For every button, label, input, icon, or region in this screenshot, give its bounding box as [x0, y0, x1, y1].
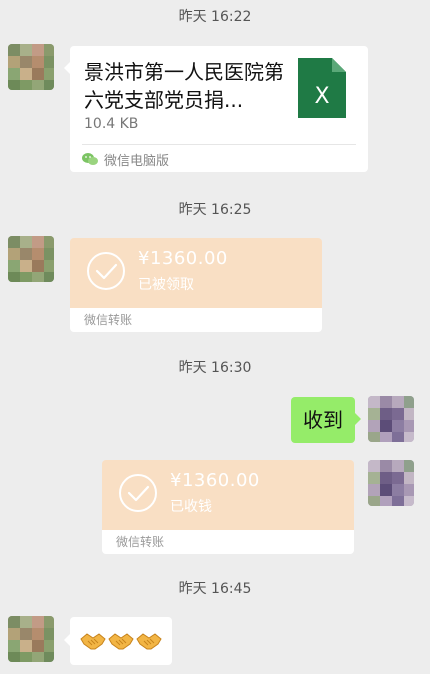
transfer-amount: ¥1360.00 — [170, 470, 260, 491]
check-circle-icon — [119, 474, 157, 512]
handshake-icon — [136, 633, 162, 650]
file-source: 微信电脑版 — [82, 150, 170, 169]
transfer-status: 已收钱 — [170, 499, 212, 515]
excel-file-icon: X — [298, 58, 346, 118]
timestamp: 昨天 16:30 — [178, 360, 252, 376]
timestamp: 昨天 16:22 — [178, 9, 252, 25]
my-avatar[interactable] — [368, 396, 414, 442]
self-text-message[interactable]: 收到 — [291, 397, 361, 443]
contact-avatar[interactable] — [8, 44, 54, 90]
handshake-icon — [80, 633, 106, 650]
file-name: 景洪市第一人民医院第六党支部党员捐... — [84, 60, 284, 112]
transfer-footer: 微信转账 — [70, 308, 322, 332]
file-message-card[interactable]: 景洪市第一人民医院第六党支部党员捐... 10.4 KB X 微信电脑版 — [64, 46, 368, 172]
check-circle-icon — [87, 252, 125, 290]
transfer-footer: 微信转账 — [102, 530, 354, 554]
svg-text:X: X — [314, 84, 329, 109]
emoji-message[interactable] — [64, 617, 172, 665]
contact-avatar[interactable] — [8, 616, 54, 662]
wechat-pc-icon — [82, 153, 98, 165]
transfer-card[interactable]: ¥1360.00 已收钱 微信转账 — [102, 460, 354, 554]
timestamp: 昨天 16:25 — [178, 202, 252, 218]
transfer-amount: ¥1360.00 — [138, 248, 228, 269]
transfer-card-top: ¥1360.00 已收钱 — [102, 460, 354, 530]
timestamp: 昨天 16:45 — [178, 581, 252, 597]
handshake-icon — [108, 633, 134, 650]
file-source-label: 微信电脑版 — [104, 153, 170, 169]
my-avatar[interactable] — [368, 460, 414, 506]
transfer-card-top: ¥1360.00 已被领取 — [70, 238, 322, 308]
divider — [82, 144, 356, 145]
contact-avatar[interactable] — [8, 236, 54, 282]
transfer-status: 已被领取 — [138, 277, 194, 293]
file-size: 10.4 KB — [84, 116, 139, 132]
transfer-card[interactable]: ¥1360.00 已被领取 微信转账 — [70, 238, 322, 332]
